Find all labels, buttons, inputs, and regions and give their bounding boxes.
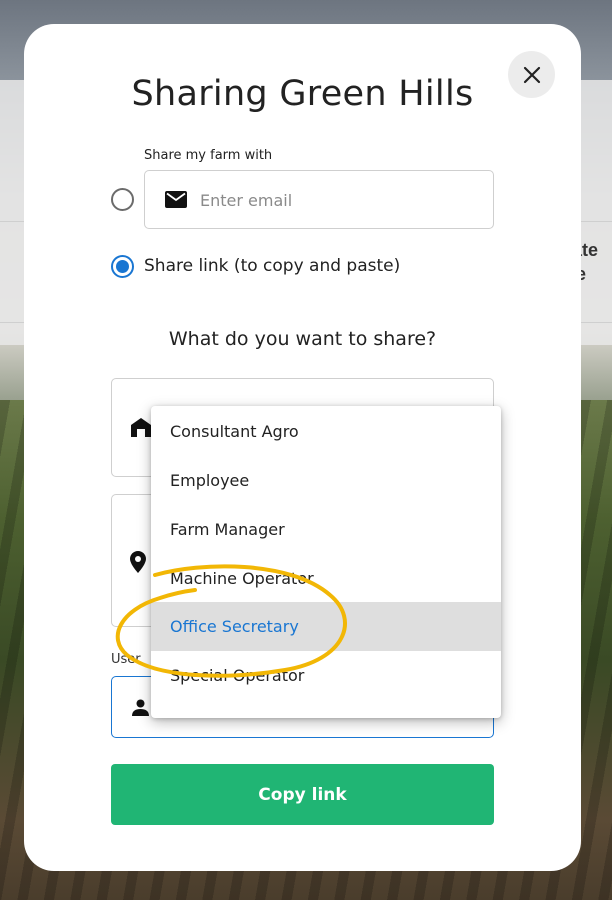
menu-item-machine-operator[interactable]: Machine Operator xyxy=(151,554,501,603)
share-with-label: Share my farm with xyxy=(144,148,273,163)
menu-item-farm-manager[interactable]: Farm Manager xyxy=(151,505,501,554)
share-link-radio[interactable] xyxy=(111,255,134,278)
barn-icon xyxy=(131,418,151,437)
menu-item-special-operator[interactable]: Special Operator xyxy=(151,651,501,700)
menu-item-consultant-agro[interactable]: Consultant Agro xyxy=(151,407,501,456)
menu-item-employee[interactable]: Employee xyxy=(151,456,501,505)
email-field[interactable] xyxy=(144,170,494,229)
copy-link-button[interactable]: Copy link xyxy=(111,764,494,825)
location-pin-icon xyxy=(130,551,146,573)
email-share-radio[interactable] xyxy=(111,188,134,211)
share-link-label[interactable]: Share link (to copy and paste) xyxy=(144,256,400,276)
email-icon xyxy=(165,191,187,208)
email-input[interactable] xyxy=(200,183,480,217)
person-icon xyxy=(132,699,149,716)
share-question: What do you want to share? xyxy=(168,328,437,350)
modal-title: Sharing Green Hills xyxy=(131,74,474,114)
role-dropdown-menu: Consultant Agro Employee Farm Manager Ma… xyxy=(151,406,501,718)
user-field-label: User xyxy=(111,652,145,667)
menu-item-office-secretary[interactable]: Office Secretary xyxy=(151,602,501,651)
